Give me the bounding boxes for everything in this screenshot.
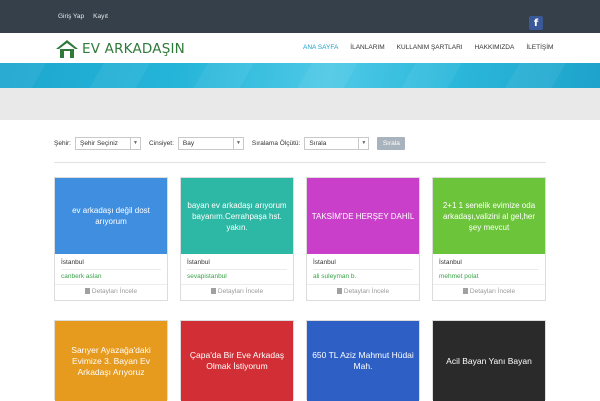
listing-image[interactable]: Acil Bayan Yanı Bayan: [433, 321, 545, 401]
listing-card[interactable]: Sarıyer Ayazağa'daki Evimize 3. Bayan Ev…: [54, 320, 168, 401]
divider: [307, 284, 419, 285]
listing-title: ev arkadaşı değil dost arıyorum: [72, 206, 150, 226]
listing-image[interactable]: Çapa'da Bir Eve Arkadaş Olmak İstiyorum: [181, 321, 293, 401]
details-label: Detayları İncele: [469, 288, 516, 295]
login-link[interactable]: Giriş Yap: [58, 13, 84, 20]
document-icon: [84, 288, 90, 294]
nav-contact[interactable]: İLETİŞİM: [526, 44, 553, 51]
document-icon: [462, 288, 468, 294]
listing-user[interactable]: mehmet polat: [439, 273, 478, 280]
listing-image[interactable]: Sarıyer Ayazağa'daki Evimize 3. Bayan Ev…: [55, 321, 167, 401]
divider: [55, 284, 167, 285]
listing-card[interactable]: TAKSİM'DE HERŞEY DAHİL İstanbul ali sule…: [306, 177, 420, 301]
sort-select-value: Sırala: [309, 140, 327, 147]
details-label: Detayları İncele: [217, 288, 264, 295]
listing-title: Acil Bayan Yanı Bayan: [446, 355, 532, 366]
house-icon: [56, 40, 78, 58]
main-nav: ANA SAYFA İLANLARIM KULLANIM ŞARTLARI HA…: [303, 44, 565, 51]
chevron-down-icon: ▼: [232, 138, 243, 149]
nav-my-listings[interactable]: İLANLARIM: [350, 44, 384, 51]
filter-bar: Şehir: Şehir Seçiniz ▼ Cinsiyet: Bay ▼ S…: [54, 137, 406, 150]
listing-city: İstanbul: [439, 259, 462, 266]
logo-text: EV ARKADAŞIN: [82, 41, 185, 57]
listing-user[interactable]: sevapistanbul: [187, 273, 227, 280]
divider: [433, 284, 545, 285]
nav-terms[interactable]: KULLANIM ŞARTLARI: [397, 44, 463, 51]
listing-card[interactable]: Acil Bayan Yanı Bayan: [432, 320, 546, 401]
facebook-icon[interactable]: f: [529, 16, 543, 30]
listing-image[interactable]: 2+1 1 senelik evimize oda arkadaşı,valiz…: [433, 178, 545, 254]
listing-card[interactable]: Çapa'da Bir Eve Arkadaş Olmak İstiyorum: [180, 320, 294, 401]
city-select[interactable]: Şehir Seçiniz ▼: [74, 137, 141, 150]
listing-title: TAKSİM'DE HERŞEY DAHİL: [311, 211, 415, 221]
listing-card[interactable]: 2+1 1 senelik evimize oda arkadaşı,valiz…: [432, 177, 546, 301]
listing-title: 650 TL Aziz Mahmut Hüdai Mah.: [312, 350, 414, 371]
chevron-down-icon: ▼: [358, 138, 368, 149]
listing-city: İstanbul: [187, 259, 210, 266]
listing-city: İstanbul: [61, 259, 84, 266]
sort-label: Sıralama Ölçütü:: [251, 140, 301, 147]
listing-image[interactable]: TAKSİM'DE HERŞEY DAHİL: [307, 178, 419, 254]
city-select-value: Şehir Seçiniz: [79, 140, 118, 147]
chevron-down-icon: ▼: [129, 138, 140, 149]
details-link[interactable]: Detayları İncele: [433, 288, 545, 295]
listing-image[interactable]: bayan ev arkadaşı arıyorum bayanım.Cerra…: [181, 178, 293, 254]
listing-title: Çapa'da Bir Eve Arkadaş Olmak İstiyorum: [189, 350, 285, 371]
listing-card[interactable]: 650 TL Aziz Mahmut Hüdai Mah.: [306, 320, 420, 401]
details-link[interactable]: Detayları İncele: [181, 288, 293, 295]
listing-user[interactable]: ali suleyman b.: [313, 273, 356, 280]
divider: [61, 269, 161, 270]
listing-user[interactable]: canberk aslan: [61, 273, 101, 280]
details-link[interactable]: Detayları İncele: [55, 288, 167, 295]
listing-image[interactable]: ev arkadaşı değil dost arıyorum: [55, 178, 167, 254]
document-icon: [210, 288, 216, 294]
divider: [54, 162, 546, 163]
gender-select-value: Bay: [182, 140, 195, 147]
listing-title: 2+1 1 senelik evimize oda arkadaşı,valiz…: [442, 200, 536, 232]
details-label: Detayları İncele: [343, 288, 390, 295]
nav-home[interactable]: ANA SAYFA: [303, 44, 338, 51]
gender-label: Cinsiyet:: [148, 140, 174, 147]
divider: [181, 284, 293, 285]
listing-card[interactable]: ev arkadaşı değil dost arıyorum İstanbul…: [54, 177, 168, 301]
listing-title: Sarıyer Ayazağa'daki Evimize 3. Bayan Ev…: [71, 344, 151, 377]
top-bar: Giriş Yap Kayıt f: [0, 0, 600, 33]
gray-band: [0, 88, 600, 120]
document-icon: [336, 288, 342, 294]
listing-image[interactable]: 650 TL Aziz Mahmut Hüdai Mah.: [307, 321, 419, 401]
details-link[interactable]: Detayları İncele: [307, 288, 419, 295]
gender-select[interactable]: Bay ▼: [177, 137, 244, 150]
nav-about[interactable]: HAKKIMIZDA: [475, 44, 515, 51]
city-label: Şehir:: [54, 140, 71, 147]
auth-links: Giriş Yap Kayıt: [58, 13, 108, 20]
divider: [313, 269, 413, 270]
register-link[interactable]: Kayıt: [93, 13, 108, 20]
details-label: Detayları İncele: [91, 288, 138, 295]
sort-button[interactable]: Sırala: [377, 137, 406, 150]
listing-city: İstanbul: [313, 259, 336, 266]
listing-title: bayan ev arkadaşı arıyorum bayanım.Cerra…: [187, 200, 287, 232]
divider: [187, 269, 287, 270]
sort-select[interactable]: Sırala ▼: [304, 137, 370, 150]
site-logo[interactable]: EV ARKADAŞIN: [55, 38, 185, 60]
divider: [439, 269, 539, 270]
hero-banner: [0, 63, 600, 88]
listing-card[interactable]: bayan ev arkadaşı arıyorum bayanım.Cerra…: [180, 177, 294, 301]
